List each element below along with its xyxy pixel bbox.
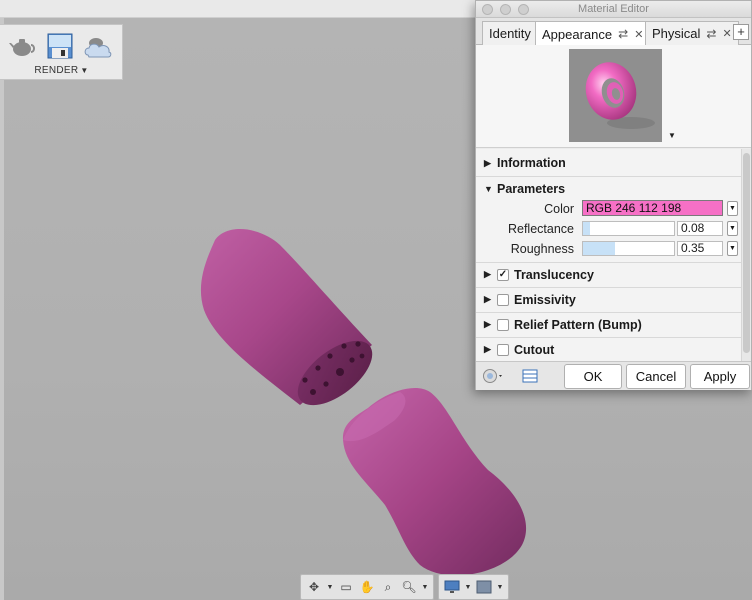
zoom-icon[interactable]: 🔍︎	[400, 578, 418, 596]
grid-settings-icon[interactable]	[475, 578, 493, 596]
close-icon[interactable]: ✕	[634, 28, 643, 41]
color-row: Color RGB 246 112 198 ▼	[476, 200, 742, 218]
preview-area: ▼	[476, 45, 751, 148]
tab-physical-label: Physical	[652, 26, 701, 41]
chevron-down-icon[interactable]: ▼	[668, 131, 676, 140]
chevron-down-icon[interactable]: ▼	[421, 584, 429, 591]
window-title: Material Editor	[578, 3, 649, 15]
chevron-down-icon[interactable]: ▼	[496, 584, 504, 591]
swap-icon[interactable]: ⇄	[618, 27, 628, 41]
section-emissivity[interactable]: ▶ Emissivity	[476, 287, 742, 311]
section-relief-label: Relief Pattern (Bump)	[514, 317, 642, 332]
roughness-slider-fill	[583, 242, 615, 255]
display-settings-icon[interactable]	[443, 578, 461, 596]
properties-scrollbar[interactable]	[741, 149, 751, 361]
scrollbar-thumb[interactable]	[743, 153, 750, 353]
nav-group-view: ✥ ▼ ▭ ✋ ⌕ 🔍︎ ▼	[300, 574, 434, 600]
zoom-window-icon[interactable]: ⌕	[379, 578, 397, 596]
swap-icon[interactable]: ⇄	[706, 27, 716, 41]
tab-appearance-label: Appearance	[542, 26, 613, 42]
roughness-input[interactable]: 0.35	[677, 241, 723, 256]
texture-map-icon[interactable]	[522, 368, 538, 384]
look-at-icon[interactable]: ▭	[337, 578, 355, 596]
color-label: Color	[544, 202, 574, 216]
reflectance-slider-fill	[583, 222, 591, 235]
section-relief-pattern[interactable]: ▶ Relief Pattern (Bump)	[476, 312, 742, 336]
render-menu-label[interactable]: RENDER ▼	[0, 65, 123, 76]
close-icon[interactable]: ✕	[722, 27, 731, 40]
color-dropdown-button[interactable]: ▼	[727, 201, 738, 216]
expand-triangle-icon[interactable]: ▶	[484, 294, 492, 305]
orbit-icon[interactable]: ✥	[305, 578, 323, 596]
emissivity-checkbox[interactable]	[497, 293, 509, 306]
expand-triangle-icon[interactable]: ▶	[484, 269, 492, 280]
reflectance-slider[interactable]	[582, 221, 675, 236]
section-information[interactable]: ▶ Information	[476, 151, 742, 175]
apply-button[interactable]: Apply	[690, 364, 750, 389]
section-cutout[interactable]: ▶ Cutout	[476, 337, 742, 361]
cancel-button[interactable]: Cancel	[626, 364, 686, 389]
nav-group-display: ▼ ▼	[438, 574, 509, 600]
section-translucency-label: Translucency	[514, 267, 594, 282]
tab-bar: Identity Appearance ⇄ ✕ Physical ⇄ ✕ +	[476, 18, 751, 46]
navigation-bar: ✥ ▼ ▭ ✋ ⌕ 🔍︎ ▼ ▼ ▼	[300, 574, 509, 600]
dialog-footer: OK Cancel Apply	[476, 361, 751, 390]
tab-physical[interactable]: Physical ⇄ ✕	[645, 21, 739, 45]
render-toolbar: RENDER ▼	[0, 24, 123, 80]
expand-triangle-icon[interactable]: ▶	[484, 344, 492, 355]
teapot-icon[interactable]	[6, 31, 38, 61]
chevron-down-icon[interactable]: ▼	[464, 584, 472, 591]
tab-identity-label: Identity	[489, 26, 531, 41]
color-field[interactable]: RGB 246 112 198	[582, 200, 723, 216]
collapse-triangle-icon[interactable]: ▼	[484, 184, 493, 194]
expand-triangle-icon[interactable]: ▶	[484, 319, 492, 330]
translucency-checkbox[interactable]: ✓	[497, 268, 509, 281]
material-editor-window: Material Editor Identity Appearance ⇄ ✕ …	[475, 0, 752, 390]
tab-identity[interactable]: Identity	[482, 21, 538, 45]
properties-panel: ▶ Information ▼ Parameters Color RGB 246…	[476, 149, 742, 361]
section-cutout-label: Cutout	[514, 342, 555, 357]
cloud-render-icon[interactable]	[82, 31, 114, 61]
section-emissivity-label: Emissivity	[514, 292, 576, 307]
roughness-dropdown-button[interactable]: ▼	[727, 241, 738, 256]
window-titlebar[interactable]: Material Editor	[476, 1, 751, 18]
tab-appearance[interactable]: Appearance ⇄ ✕	[535, 21, 651, 46]
render-label-text: RENDER	[34, 65, 79, 76]
save-render-icon[interactable]	[44, 31, 76, 61]
add-texture-icon[interactable]	[482, 368, 502, 384]
roughness-row: Roughness 0.35 ▼	[476, 240, 742, 258]
add-tab-button[interactable]: +	[733, 24, 749, 40]
reflectance-dropdown-button[interactable]: ▼	[727, 221, 738, 236]
pan-icon[interactable]: ✋	[358, 578, 376, 596]
cutout-checkbox[interactable]	[497, 343, 509, 356]
reflectance-input[interactable]: 0.08	[677, 221, 723, 236]
material-preview-swatch[interactable]	[569, 49, 662, 142]
ok-button[interactable]: OK	[564, 364, 622, 389]
roughness-label: Roughness	[510, 242, 574, 256]
section-translucency[interactable]: ▶ ✓ Translucency	[476, 262, 742, 286]
cap-part[interactable]	[200, 229, 383, 417]
relief-checkbox[interactable]	[497, 318, 509, 331]
body-part[interactable]	[342, 387, 527, 576]
section-parameters-label: Parameters	[497, 181, 566, 196]
chevron-down-icon: ▼	[80, 66, 89, 75]
expand-triangle-icon[interactable]: ▶	[484, 158, 492, 169]
reflectance-label: Reflectance	[507, 222, 574, 236]
section-information-label: Information	[497, 156, 566, 170]
section-parameters[interactable]: ▼ Parameters	[476, 176, 742, 200]
chevron-down-icon[interactable]: ▼	[326, 584, 334, 591]
roughness-slider[interactable]	[582, 241, 675, 256]
reflectance-row: Reflectance 0.08 ▼	[476, 220, 742, 238]
